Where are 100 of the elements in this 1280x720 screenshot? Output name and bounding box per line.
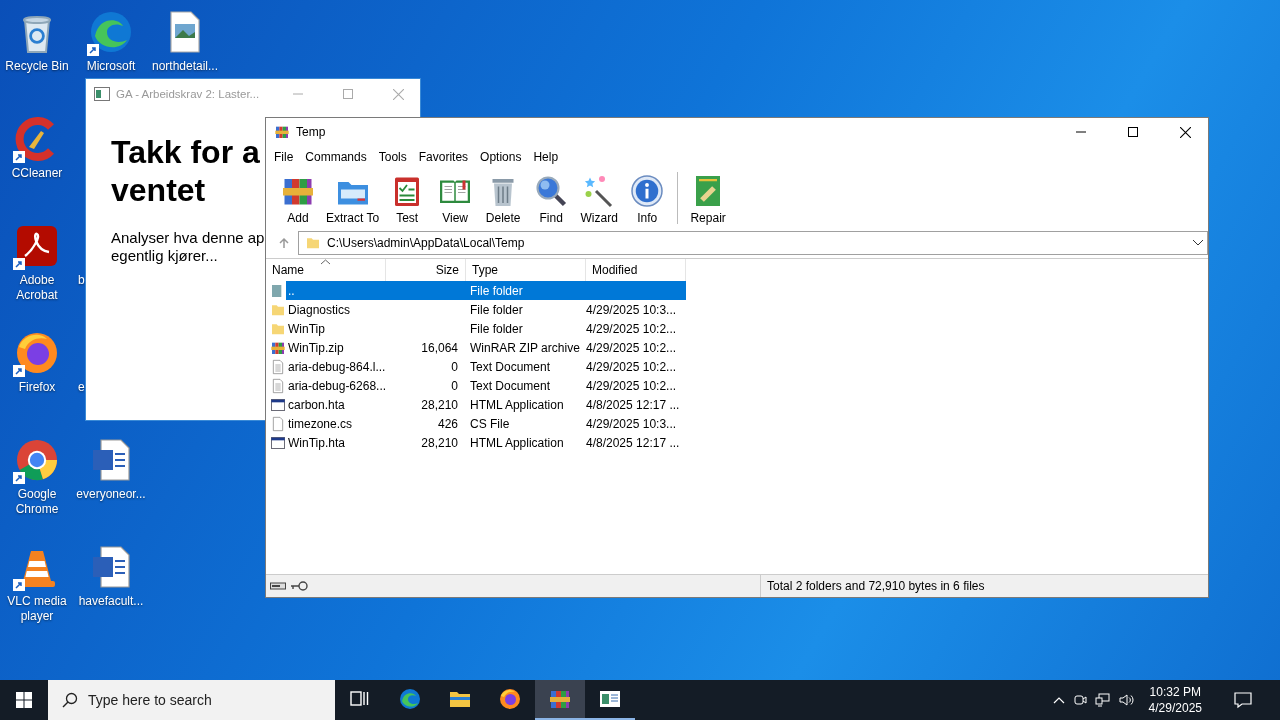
file-type: File folder bbox=[469, 321, 524, 336]
file-name: WinTip bbox=[287, 321, 326, 336]
file-type: HTML Application bbox=[469, 397, 565, 412]
file-modified: 4/29/2025 10:2... bbox=[585, 321, 678, 336]
browser-icon bbox=[398, 687, 422, 711]
file-modified: 4/29/2025 10:3... bbox=[585, 416, 678, 431]
icon-label[interactable]: northdetail... bbox=[149, 59, 221, 74]
file-icon bbox=[270, 415, 286, 432]
info-icon bbox=[629, 173, 666, 209]
file-row[interactable]: carbon.hta 28,210 HTML Application 4/8/2025 12:17 ... bbox=[266, 395, 686, 414]
file-row[interactable]: WinTip.hta 28,210 HTML Application 4/8/2025 12:17 ... bbox=[266, 433, 686, 452]
file-size: 0 bbox=[450, 378, 459, 393]
menu-item[interactable]: File bbox=[268, 150, 300, 164]
icon-label[interactable]: Google Chrome bbox=[1, 487, 73, 517]
address-field[interactable]: C:\Users\admin\AppData\Local\Temp bbox=[298, 231, 1208, 255]
toolbar-button[interactable]: Info bbox=[623, 168, 672, 228]
window-icon bbox=[270, 396, 286, 413]
paragraph-line: egentlig kjører... bbox=[111, 247, 218, 265]
search-field[interactable]: Type here to search bbox=[48, 680, 335, 720]
toolbar-button[interactable]: View bbox=[431, 168, 480, 228]
icon-label: b bbox=[77, 273, 85, 288]
icon-label[interactable]: everyoneor... bbox=[75, 487, 147, 502]
search-icon bbox=[62, 692, 78, 708]
windows-logo-icon bbox=[16, 692, 32, 708]
file-size: 28,210 bbox=[420, 397, 459, 412]
heading: Takk for a bbox=[111, 133, 260, 171]
file-name: .. bbox=[287, 283, 296, 298]
folder-icon bbox=[305, 235, 321, 251]
close-icon[interactable] bbox=[1179, 126, 1191, 138]
file-size: 28,210 bbox=[420, 435, 459, 450]
file-name: WinTip.zip bbox=[287, 340, 345, 355]
toolbar-button[interactable]: Test bbox=[383, 168, 432, 228]
icon-label[interactable]: Microsoft bbox=[75, 59, 147, 74]
text-file-icon bbox=[270, 358, 286, 375]
file-modified: 4/8/2025 12:17 ... bbox=[585, 397, 681, 412]
menu-item[interactable]: Favorites bbox=[412, 150, 475, 164]
menu-item[interactable]: Commands bbox=[299, 150, 373, 164]
file-size: 0 bbox=[450, 359, 459, 374]
file-name: aria-debug-6268... bbox=[287, 378, 384, 393]
window-icon bbox=[94, 87, 110, 101]
file-size: 16,064 bbox=[420, 340, 459, 355]
window-title: Temp bbox=[296, 125, 327, 139]
up-arrow-icon[interactable] bbox=[278, 237, 290, 249]
camera-icon[interactable] bbox=[1072, 693, 1087, 707]
file-modified: 4/29/2025 10:2... bbox=[585, 340, 678, 355]
file-name: WinTip.hta bbox=[287, 435, 346, 450]
icon-label[interactable]: havefacult... bbox=[75, 594, 147, 609]
file-type: CS File bbox=[469, 416, 511, 431]
file-type: File folder bbox=[469, 302, 524, 317]
icon-label[interactable]: Firefox bbox=[1, 380, 73, 395]
icon-label: e bbox=[77, 380, 85, 395]
icon-label[interactable]: Recycle Bin bbox=[1, 59, 73, 74]
file-name: Diagnostics bbox=[287, 302, 352, 317]
file-name: timezone.cs bbox=[287, 416, 354, 431]
toolbar-button[interactable]: Find bbox=[527, 168, 576, 228]
toolbar-button[interactable]: Delete bbox=[479, 168, 528, 228]
file-name: carbon.hta bbox=[287, 397, 346, 412]
chevron-up-icon[interactable] bbox=[1052, 696, 1065, 704]
file-type: WinRAR ZIP archive bbox=[469, 340, 581, 355]
toolbar-button[interactable]: Extract To bbox=[322, 168, 384, 228]
file-modified: 4/29/2025 10:2... bbox=[585, 378, 678, 393]
file-row[interactable]: aria-debug-864.l... 0 Text Document 4/29/2025 10:2... bbox=[266, 357, 686, 376]
file-type: HTML Application bbox=[469, 435, 565, 450]
file-row[interactable]: WinTip.zip 16,064 WinRAR ZIP archive 4/29/2025 10:2... bbox=[266, 338, 686, 357]
clock-time[interactable]: 10:32 PM bbox=[1148, 684, 1202, 700]
text-file-icon bbox=[270, 377, 286, 394]
file-size: 426 bbox=[436, 416, 459, 431]
file-modified: 4/29/2025 10:2... bbox=[585, 359, 678, 374]
network-icon[interactable] bbox=[1094, 693, 1111, 707]
menu-item[interactable]: Options bbox=[474, 150, 528, 164]
file-modified: 4/8/2025 12:17 ... bbox=[585, 435, 681, 450]
file-row[interactable]: WinTip File folder 4/29/2025 10:2... bbox=[266, 319, 686, 338]
firefox-icon bbox=[498, 687, 522, 711]
file-type: File folder bbox=[469, 283, 524, 298]
icon-label[interactable]: VLC media player bbox=[1, 594, 73, 624]
file-row[interactable]: timezone.cs 426 CS File 4/29/2025 10:3... bbox=[266, 414, 686, 433]
drive-icon bbox=[270, 581, 286, 591]
dropdown-icon[interactable] bbox=[1193, 240, 1203, 246]
maximize-icon[interactable] bbox=[1128, 127, 1138, 137]
file-name: aria-debug-864.l... bbox=[287, 359, 384, 374]
toolbar-button[interactable]: Add bbox=[274, 168, 322, 228]
toolbar-button[interactable]: Wizard bbox=[575, 168, 624, 228]
heading: ventet bbox=[111, 171, 206, 209]
key-icon bbox=[290, 581, 308, 591]
window-icon bbox=[270, 434, 286, 451]
toolbar-button[interactable]: Repair bbox=[684, 168, 733, 228]
status-text: Total 2 folders and 72,910 bytes in 6 files bbox=[760, 575, 985, 597]
file-type: Text Document bbox=[469, 378, 552, 393]
speaker-icon[interactable] bbox=[1118, 693, 1135, 707]
icon-label[interactable]: CCleaner bbox=[1, 166, 73, 181]
paragraph-line: Analyser hva denne ap bbox=[111, 229, 265, 247]
icon-label[interactable]: Adobe Acrobat bbox=[1, 273, 73, 303]
menu-item[interactable]: Help bbox=[527, 150, 565, 164]
clock-date[interactable]: 4/29/2025 bbox=[1148, 700, 1202, 716]
menu-item[interactable]: Tools bbox=[372, 150, 413, 164]
file-modified: 4/29/2025 10:3... bbox=[585, 302, 678, 317]
file-row[interactable]: aria-debug-6268... 0 Text Document 4/29/2025 10:2... bbox=[266, 376, 686, 395]
file-row[interactable]: Diagnostics File folder 4/29/2025 10:3... bbox=[266, 300, 686, 319]
file-type: Text Document bbox=[469, 359, 552, 374]
books-icon bbox=[274, 124, 290, 140]
